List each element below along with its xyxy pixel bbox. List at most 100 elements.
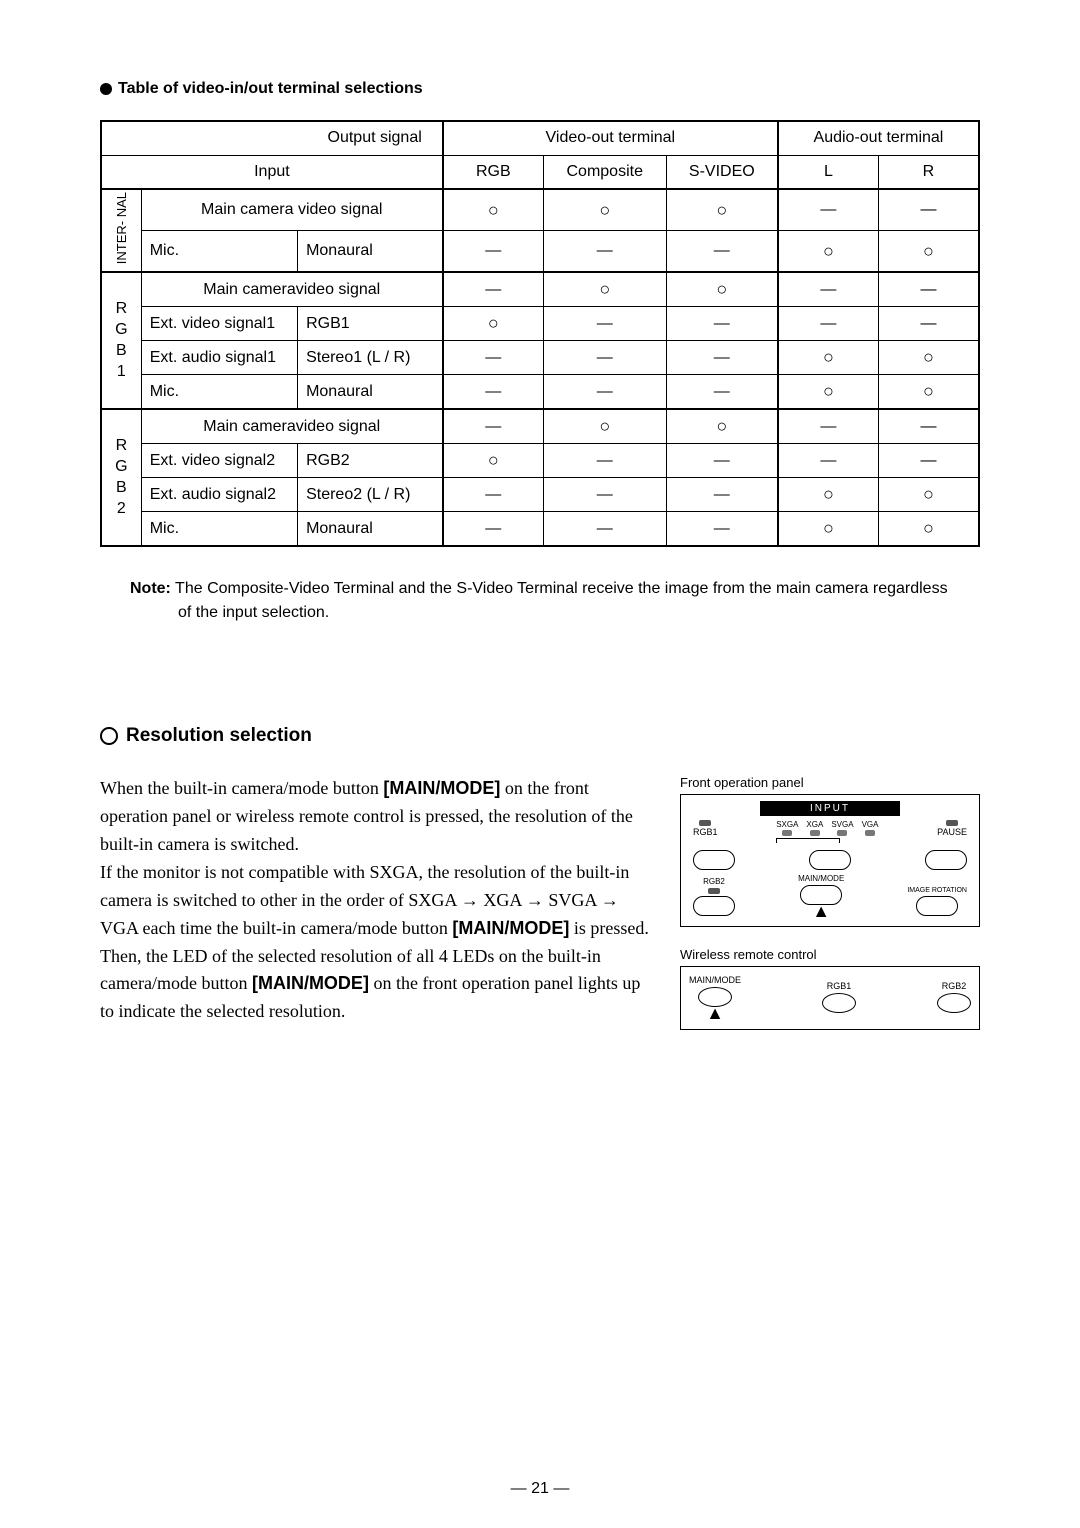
th-l: L bbox=[778, 155, 879, 189]
cell bbox=[543, 409, 666, 444]
group-internal: INTER- NAL bbox=[115, 192, 128, 264]
cell bbox=[443, 444, 544, 478]
cell bbox=[778, 189, 879, 231]
cell bbox=[443, 341, 544, 375]
cell bbox=[878, 478, 979, 512]
cell bbox=[443, 409, 544, 444]
row-maincam: Main camera video signal bbox=[141, 189, 443, 231]
th-r: R bbox=[878, 155, 979, 189]
remote-rgb1: RGB1 bbox=[822, 981, 856, 1013]
resolution-heading: Resolution selection bbox=[100, 725, 980, 747]
cell bbox=[543, 189, 666, 231]
cell bbox=[443, 231, 544, 273]
th-output-signal: Output signal bbox=[101, 121, 443, 155]
cell bbox=[778, 341, 879, 375]
cell bbox=[543, 307, 666, 341]
cell bbox=[666, 341, 778, 375]
remote-rgb2: RGB2 bbox=[937, 981, 971, 1013]
front-panel-diagram: INPUT RGB1 SXGA XGA SVGA VGA PAUSE bbox=[680, 794, 980, 927]
table-heading: Table of video-in/out terminal selection… bbox=[100, 80, 980, 98]
cell bbox=[878, 272, 979, 307]
cell bbox=[666, 189, 778, 231]
res-p1a: When the built-in camera/mode button bbox=[100, 778, 383, 798]
row-rgb2v: RGB2 bbox=[298, 444, 443, 478]
cell bbox=[878, 341, 979, 375]
row-mic: Mic. bbox=[141, 231, 297, 273]
row-mic2: Mic. bbox=[141, 512, 297, 547]
terminal-selection-table: Output signal Video-out terminal Audio-o… bbox=[100, 120, 980, 547]
circle-icon bbox=[100, 727, 118, 745]
wireless-label: Wireless remote control bbox=[680, 947, 980, 962]
cell bbox=[666, 307, 778, 341]
row-extvid2: Ext. video signal2 bbox=[141, 444, 297, 478]
page-number: — 21 — bbox=[0, 1480, 1080, 1498]
input-bar: INPUT bbox=[760, 801, 900, 816]
cell bbox=[543, 341, 666, 375]
bullet-icon bbox=[100, 83, 112, 95]
cell bbox=[878, 231, 979, 273]
cell bbox=[666, 375, 778, 410]
cell bbox=[666, 272, 778, 307]
cell bbox=[543, 444, 666, 478]
th-audio-out: Audio-out terminal bbox=[778, 121, 979, 155]
imgrot-group: IMAGE ROTATION bbox=[907, 887, 967, 916]
res-mainmode2: [MAIN/MODE] bbox=[452, 918, 569, 938]
rgb1-button bbox=[693, 850, 735, 870]
row-rgb1v: RGB1 bbox=[298, 307, 443, 341]
wireless-remote-diagram: MAIN/MODE ▲ RGB1 RGB2 bbox=[680, 966, 980, 1030]
row-stereo1: Stereo1 (L / R) bbox=[298, 341, 443, 375]
diagrams: Front operation panel INPUT RGB1 SXGA XG… bbox=[680, 775, 980, 1030]
cell bbox=[878, 375, 979, 410]
cell bbox=[878, 512, 979, 547]
note-text1: The Composite-Video Terminal and the S-V… bbox=[175, 580, 948, 597]
row-extaud1: Ext. audio signal1 bbox=[141, 341, 297, 375]
cell bbox=[778, 444, 879, 478]
th-input: Input bbox=[101, 155, 443, 189]
cell bbox=[666, 512, 778, 547]
resolution-leds: SXGA XGA SVGA VGA bbox=[776, 820, 878, 836]
res-mainmode3: [MAIN/MODE] bbox=[252, 973, 369, 993]
cell bbox=[878, 409, 979, 444]
cell bbox=[778, 375, 879, 410]
group-rgb1: R G B 1 bbox=[101, 272, 141, 409]
group-rgb2: R G B 2 bbox=[101, 409, 141, 546]
arrow-up-icon: ▲ bbox=[812, 907, 830, 916]
row-monaural2: Monaural bbox=[298, 512, 443, 547]
cell bbox=[666, 444, 778, 478]
cell bbox=[543, 512, 666, 547]
cell bbox=[443, 478, 544, 512]
row-monaural: Monaural bbox=[298, 231, 443, 273]
table-note: Note: The Composite-Video Terminal and t… bbox=[100, 577, 980, 625]
row-extvid1: Ext. video signal1 bbox=[141, 307, 297, 341]
cell bbox=[666, 478, 778, 512]
cell bbox=[878, 307, 979, 341]
row-mic1: Mic. bbox=[141, 375, 297, 410]
note-label: Note: bbox=[130, 580, 171, 597]
th-rgb: RGB bbox=[443, 155, 544, 189]
resolution-body-text: When the built-in camera/mode button [MA… bbox=[100, 775, 656, 1030]
row-extaud2: Ext. audio signal2 bbox=[141, 478, 297, 512]
row-monaural1: Monaural bbox=[298, 375, 443, 410]
cell bbox=[778, 512, 879, 547]
cell bbox=[443, 307, 544, 341]
cell bbox=[778, 231, 879, 273]
cell bbox=[778, 409, 879, 444]
mainmode-group: MAIN/MODE ▲ bbox=[798, 874, 844, 916]
res-mainmode1: [MAIN/MODE] bbox=[383, 778, 500, 798]
cell bbox=[878, 444, 979, 478]
cell bbox=[443, 272, 544, 307]
res-p2b: is pressed. bbox=[569, 918, 649, 938]
cell bbox=[443, 512, 544, 547]
rgb1-led: RGB1 bbox=[693, 820, 718, 837]
pause-led: PAUSE bbox=[937, 820, 967, 837]
arrow-up-icon: ▲ bbox=[706, 1008, 724, 1019]
cell bbox=[443, 189, 544, 231]
mainmode-button bbox=[809, 850, 851, 870]
cell bbox=[443, 375, 544, 410]
cell bbox=[666, 231, 778, 273]
cell bbox=[666, 409, 778, 444]
th-video-out: Video-out terminal bbox=[443, 121, 778, 155]
cell bbox=[543, 478, 666, 512]
row-stereo2: Stereo2 (L / R) bbox=[298, 478, 443, 512]
cell bbox=[878, 189, 979, 231]
